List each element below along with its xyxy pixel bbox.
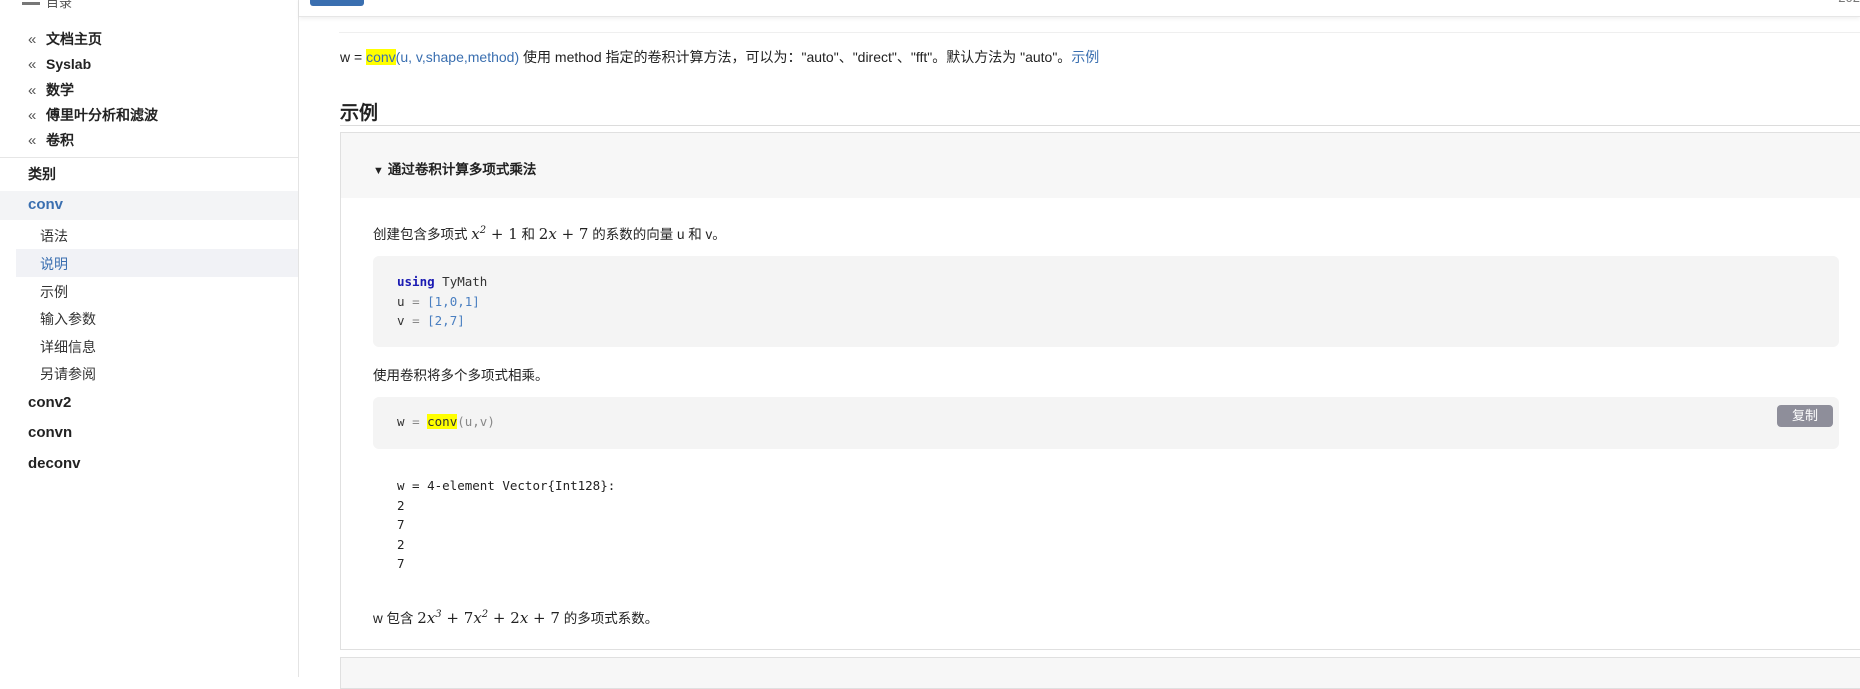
- top-action-button[interactable]: [310, 0, 364, 6]
- output-line: 2: [397, 498, 405, 513]
- top-right-text: 202: [1838, 0, 1860, 5]
- divider: [339, 32, 1860, 33]
- example-title[interactable]: ▼ 通过卷积计算多项式乘法: [373, 158, 536, 178]
- math-poly-2: 2x + 7: [538, 225, 589, 243]
- sidebar-sub-syntax[interactable]: 语法: [40, 226, 68, 246]
- code-line: u = [1,0,1]: [397, 294, 480, 309]
- math-result-poly: 2x3 + 7x2 + 2x + 7: [417, 609, 560, 627]
- breadcrumb-fourier[interactable]: «傅里叶分析和滤波: [28, 103, 158, 128]
- sidebar-item-conv[interactable]: conv: [28, 196, 63, 213]
- next-example-panel[interactable]: [340, 657, 1860, 689]
- syntax-fn: conv: [366, 49, 396, 65]
- triangle-down-icon: ▼: [373, 165, 384, 177]
- toc-header[interactable]: 目录: [22, 0, 72, 11]
- sidebar: 目录 «文档主页 «Syslab «数学 «傅里叶分析和滤波 «卷积 类别 co…: [0, 0, 299, 677]
- sidebar-item-deconv[interactable]: deconv: [28, 455, 81, 472]
- double-chevron-left-icon: «: [28, 56, 37, 74]
- breadcrumb-math[interactable]: «数学: [28, 78, 158, 103]
- breadcrumb-syslab[interactable]: «Syslab: [28, 52, 158, 77]
- code-block-setup[interactable]: using TyMath u = [1,0,1] v = [2,7]: [373, 256, 1839, 347]
- double-chevron-left-icon: «: [28, 106, 37, 124]
- example-header[interactable]: ▼ 通过卷积计算多项式乘法: [341, 133, 1860, 198]
- code-line: v = [2,7]: [397, 313, 465, 328]
- copy-button[interactable]: 复制: [1777, 405, 1833, 427]
- breadcrumb-convolution[interactable]: «卷积: [28, 128, 158, 153]
- double-chevron-left-icon: «: [28, 132, 37, 150]
- code-line: using TyMath: [397, 274, 488, 289]
- sidebar-sub-examples[interactable]: 示例: [40, 282, 68, 302]
- main-content: 202 w = conv(u, v,shape,method) 使用 metho…: [299, 0, 1860, 689]
- example-intro: 创建包含多项式 x2 + 1 和 2x + 7 的系数的向量 u 和 v。: [373, 225, 726, 243]
- heading-underline: [340, 125, 1860, 126]
- example-panel: ▼ 通过卷积计算多项式乘法 创建包含多项式 x2 + 1 和 2x + 7 的系数…: [340, 132, 1860, 650]
- example-conclusion: w 包含 2x3 + 7x2 + 2x + 7 的多项式系数。: [373, 609, 659, 627]
- output-line: 7: [397, 556, 405, 571]
- sidebar-sub-description[interactable]: 说明: [40, 254, 68, 274]
- sidebar-sub-details[interactable]: 详细信息: [40, 337, 96, 357]
- sidebar-sub-input-args[interactable]: 输入参数: [40, 309, 96, 329]
- breadcrumb-nav: «文档主页 «Syslab «数学 «傅里叶分析和滤波 «卷积: [28, 27, 158, 153]
- sidebar-item-conv2[interactable]: conv2: [28, 394, 71, 411]
- examples-heading: 示例: [340, 103, 379, 124]
- category-label: 类别: [28, 166, 56, 182]
- syntax-line: w = conv(u, v,shape,method) 使用 method 指定…: [340, 49, 1100, 65]
- syntax-args: (u, v,shape,method): [395, 49, 520, 65]
- menu-icon: [22, 2, 40, 6]
- example-link[interactable]: 示例: [1071, 49, 1099, 65]
- double-chevron-left-icon: «: [28, 31, 37, 48]
- top-bar: 202: [299, 0, 1860, 17]
- breadcrumb-doc-home[interactable]: «文档主页: [28, 27, 158, 52]
- sidebar-sub-see-also[interactable]: 另请参阅: [40, 364, 96, 384]
- output-line: 7: [397, 517, 405, 532]
- code-line: w = conv(u,v): [397, 414, 495, 429]
- example-paragraph: 使用卷积将多个多项式相乘。: [373, 368, 549, 383]
- double-chevron-left-icon: «: [28, 81, 37, 99]
- math-poly-1: x2 + 1: [471, 225, 518, 243]
- output-line: w = 4-element Vector{Int128}:: [397, 478, 616, 493]
- output-line: 2: [397, 537, 405, 552]
- sidebar-divider: [0, 157, 298, 158]
- code-block-conv[interactable]: w = conv(u,v) 复制: [373, 397, 1839, 449]
- sidebar-item-convn[interactable]: convn: [28, 424, 72, 441]
